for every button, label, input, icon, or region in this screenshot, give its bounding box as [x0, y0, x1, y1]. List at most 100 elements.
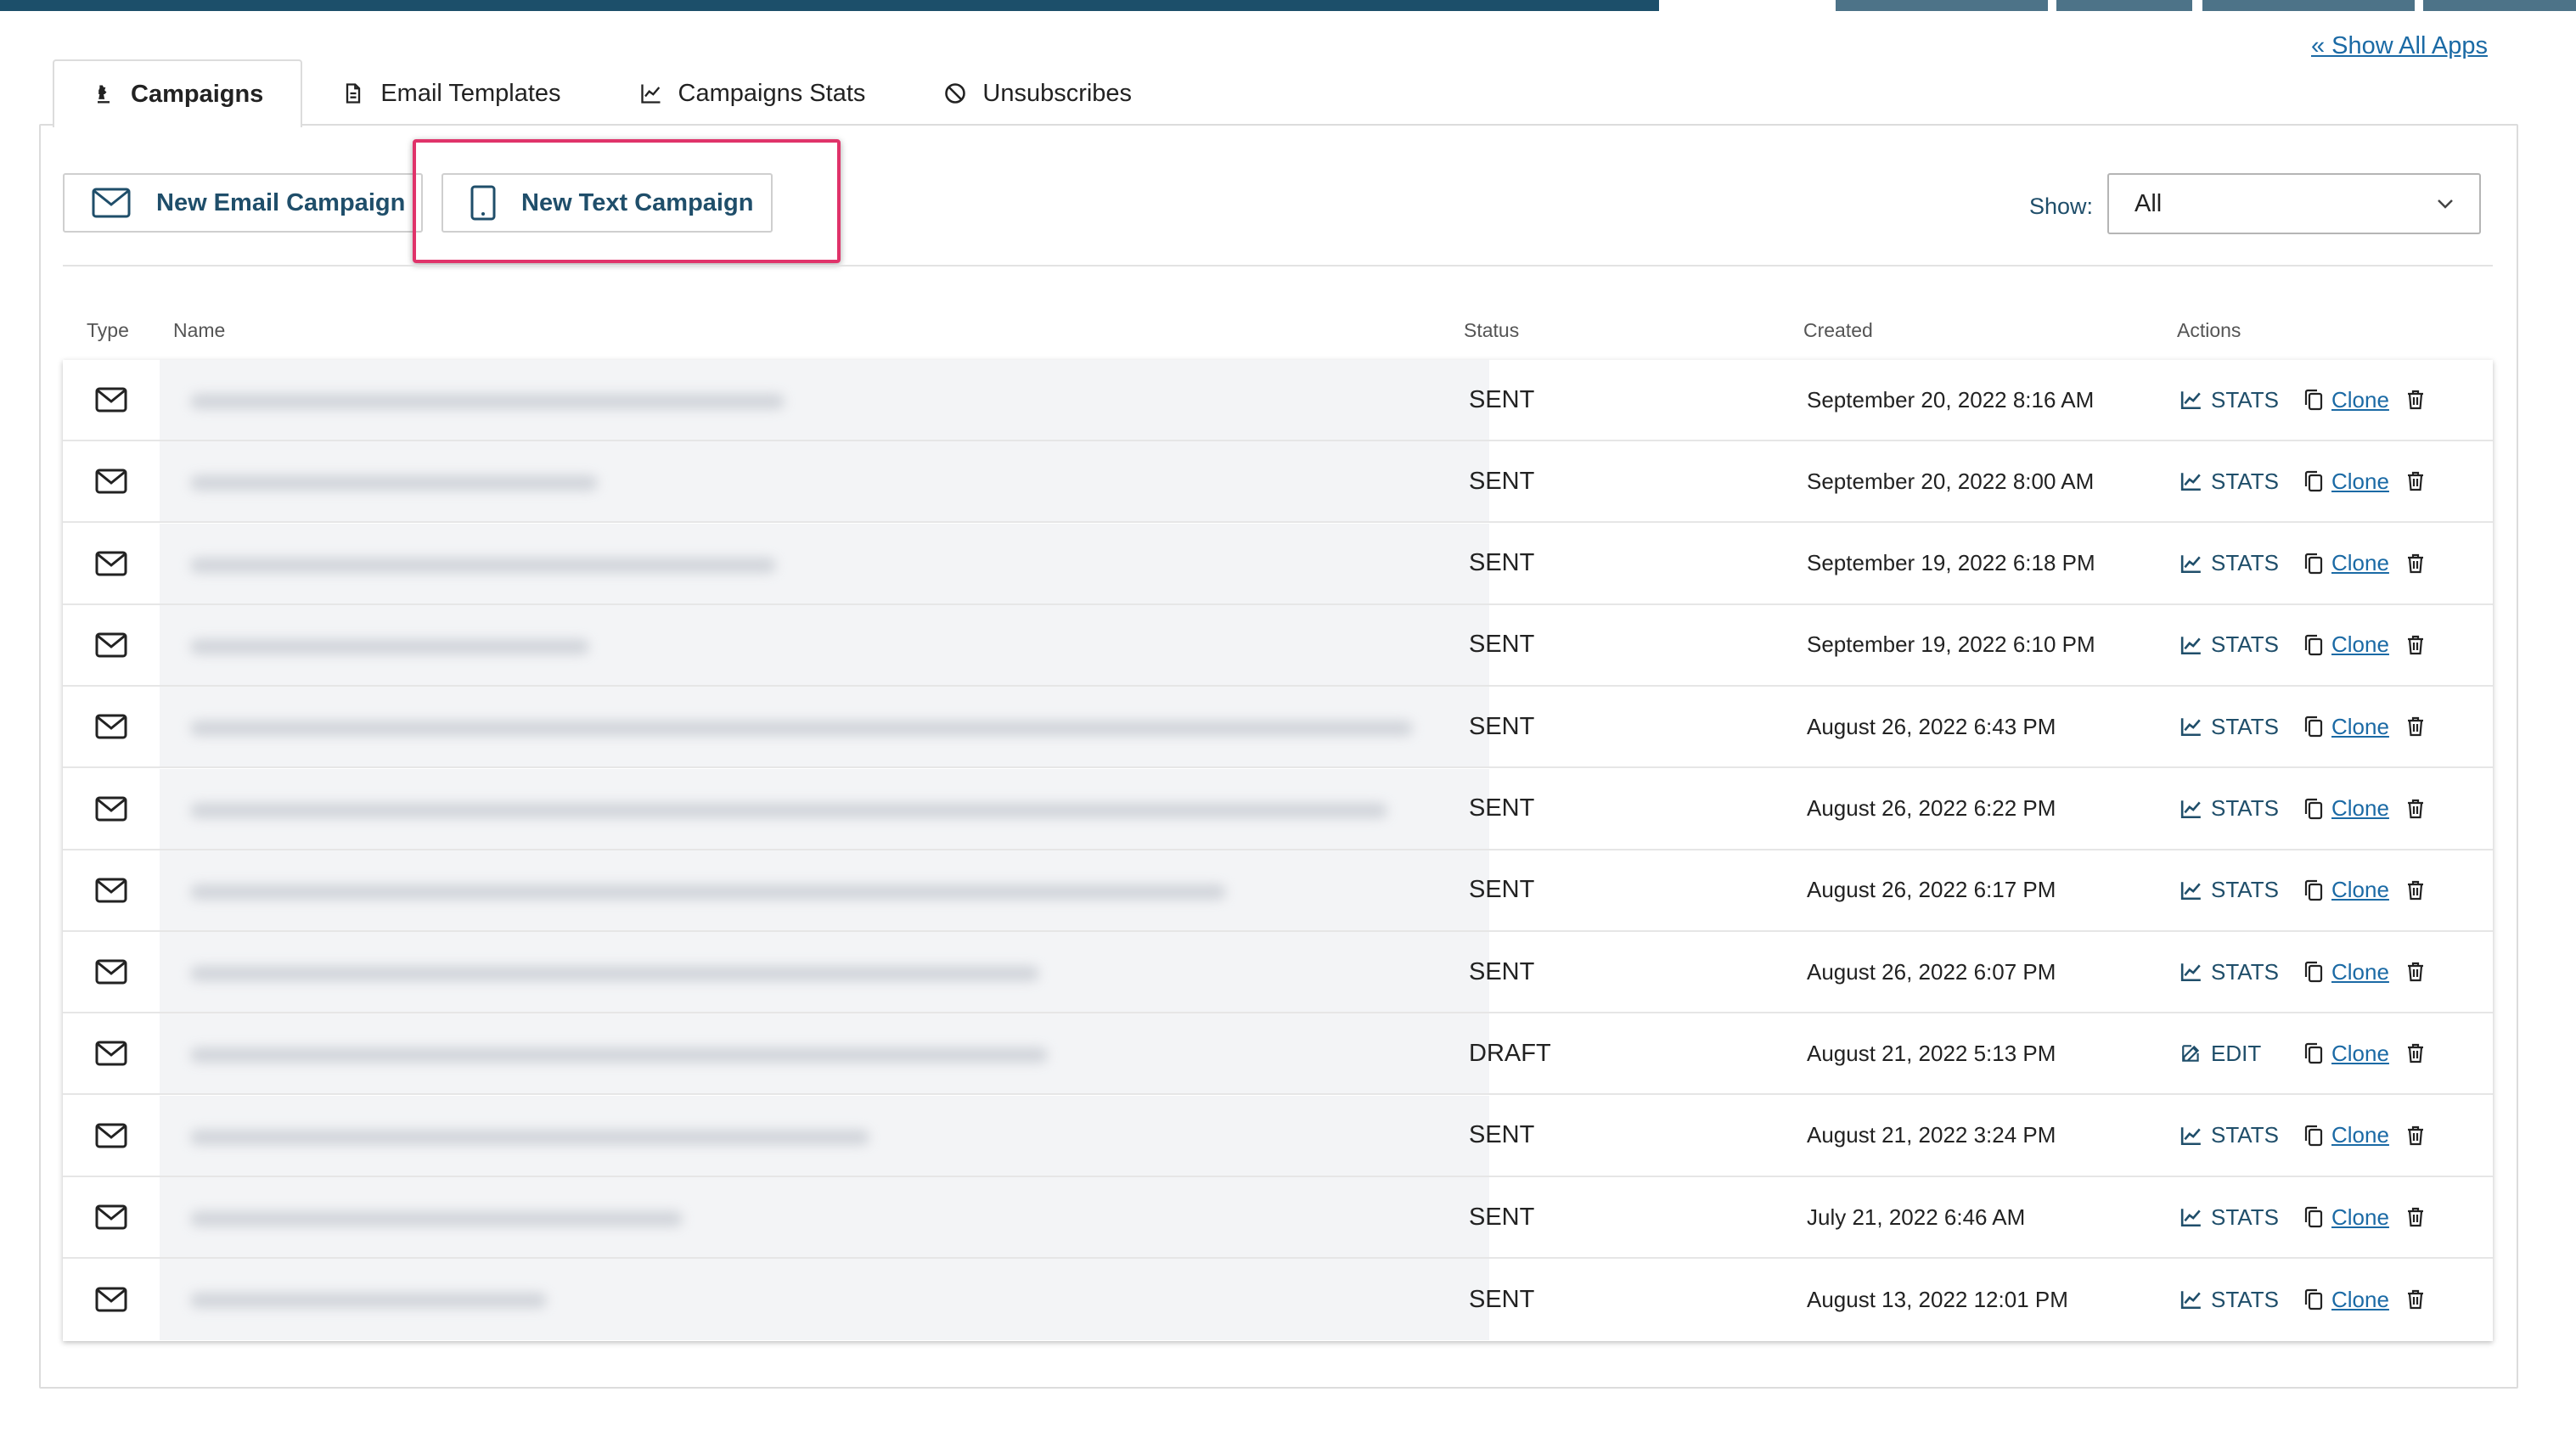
envelope-icon — [95, 959, 127, 985]
stats-button[interactable]: STATS — [2180, 550, 2304, 576]
clone-button[interactable]: Clone — [2304, 1122, 2406, 1148]
name-cell[interactable] — [160, 932, 1489, 1013]
clone-button[interactable]: Clone — [2304, 469, 2406, 495]
name-cell[interactable] — [160, 604, 1489, 685]
clone-link[interactable]: Clone — [2331, 1287, 2389, 1313]
copy-icon — [2304, 879, 2323, 901]
name-cell[interactable] — [160, 768, 1489, 849]
clone-button[interactable]: Clone — [2304, 550, 2406, 576]
template-icon — [346, 83, 361, 104]
type-cell — [63, 1096, 160, 1176]
chart-line-icon — [2180, 1209, 2201, 1227]
table-row[interactable]: SENT September 19, 2022 6:10 PM STATS Clone — [63, 604, 2493, 687]
delete-button[interactable] — [2406, 1206, 2425, 1228]
stats-button[interactable]: STATS — [2180, 469, 2304, 495]
table-row[interactable]: SENT August 26, 2022 6:43 PM STATS Clone — [63, 687, 2493, 769]
chart-line-icon — [2180, 963, 2201, 982]
name-cell[interactable] — [160, 1177, 1489, 1257]
clone-link[interactable]: Clone — [2331, 550, 2389, 576]
clone-link[interactable]: Clone — [2331, 1041, 2389, 1067]
clone-button[interactable]: Clone — [2304, 959, 2406, 985]
stats-button[interactable]: STATS — [2180, 1122, 2304, 1148]
name-cell[interactable] — [160, 850, 1489, 930]
clone-button[interactable]: Clone — [2304, 1204, 2406, 1231]
name-cell[interactable] — [160, 360, 1489, 440]
delete-button[interactable] — [2406, 1288, 2425, 1310]
type-cell — [63, 524, 160, 603]
table-row[interactable]: SENT September 20, 2022 8:00 AM STATS Clone — [63, 441, 2493, 524]
chart-line-icon — [2180, 391, 2201, 410]
delete-button[interactable] — [2406, 1042, 2425, 1064]
delete-button[interactable] — [2406, 798, 2425, 820]
edit-button[interactable]: EDIT — [2180, 1041, 2304, 1067]
table-row[interactable]: SENT August 26, 2022 6:17 PM STATS Clone — [63, 850, 2493, 932]
stats-button[interactable]: STATS — [2180, 1287, 2304, 1313]
top-nav-segment[interactable] — [2056, 0, 2192, 11]
action-label: STATS — [2211, 1204, 2279, 1230]
action-label: STATS — [2211, 386, 2279, 413]
delete-button[interactable] — [2406, 634, 2425, 656]
stats-button[interactable]: STATS — [2180, 877, 2304, 903]
clone-button[interactable]: Clone — [2304, 631, 2406, 658]
table-row[interactable]: SENT August 21, 2022 3:24 PM STATS Clone — [63, 1095, 2493, 1177]
clone-link[interactable]: Clone — [2331, 1122, 2389, 1148]
delete-button[interactable] — [2406, 879, 2425, 901]
stats-button[interactable]: STATS — [2180, 714, 2304, 740]
table-row[interactable]: SENT August 26, 2022 6:07 PM STATS Clone — [63, 932, 2493, 1014]
clone-button[interactable]: Clone — [2304, 714, 2406, 740]
delete-button[interactable] — [2406, 389, 2425, 411]
tab-label: Email Templates — [380, 79, 561, 107]
clone-button[interactable]: Clone — [2304, 877, 2406, 903]
table-row[interactable]: SENT August 13, 2022 12:01 PM STATS Clone — [63, 1259, 2493, 1341]
clone-link[interactable]: Clone — [2331, 1204, 2389, 1231]
stats-button[interactable]: STATS — [2180, 795, 2304, 822]
delete-button[interactable] — [2406, 961, 2425, 983]
delete-button[interactable] — [2406, 470, 2425, 492]
clone-link[interactable]: Clone — [2331, 959, 2389, 985]
name-cell[interactable] — [160, 1095, 1489, 1176]
name-cell[interactable] — [160, 687, 1489, 767]
tab-unsubscribes[interactable]: Unsubscribes — [904, 59, 1171, 126]
stats-button[interactable]: STATS — [2180, 387, 2304, 413]
tab-campaigns-stats[interactable]: Campaigns Stats — [600, 59, 905, 126]
delete-button[interactable] — [2406, 553, 2425, 575]
envelope-icon — [95, 1204, 127, 1230]
trash-icon — [2408, 880, 2423, 900]
name-cell[interactable] — [160, 1259, 1489, 1341]
trash-icon — [2408, 962, 2423, 982]
stats-button[interactable]: STATS — [2180, 631, 2304, 658]
clone-link[interactable]: Clone — [2331, 387, 2389, 413]
clone-button[interactable]: Clone — [2304, 1041, 2406, 1067]
tab-email-templates[interactable]: Email Templates — [302, 59, 599, 126]
delete-button[interactable] — [2406, 716, 2425, 738]
table-row[interactable]: SENT July 21, 2022 6:46 AM STATS Clone — [63, 1177, 2493, 1259]
new-email-campaign-button[interactable]: New Email Campaign — [63, 173, 423, 233]
show-all-apps-link[interactable]: « Show All Apps — [2311, 32, 2488, 60]
clone-button[interactable]: Clone — [2304, 795, 2406, 822]
clone-link[interactable]: Clone — [2331, 469, 2389, 495]
top-nav-segment[interactable] — [1836, 0, 2048, 11]
stats-button[interactable]: STATS — [2180, 1204, 2304, 1231]
copy-icon — [2304, 798, 2323, 819]
delete-button[interactable] — [2406, 1125, 2425, 1147]
clone-button[interactable]: Clone — [2304, 1287, 2406, 1313]
name-cell[interactable] — [160, 523, 1489, 603]
clone-link[interactable]: Clone — [2331, 631, 2389, 658]
table-row[interactable]: SENT August 26, 2022 6:22 PM STATS Clone — [63, 768, 2493, 850]
stats-button[interactable]: STATS — [2180, 959, 2304, 985]
clone-button[interactable]: Clone — [2304, 387, 2406, 413]
status-cell: SENT — [1469, 1203, 1535, 1231]
name-cell[interactable] — [160, 1013, 1489, 1094]
name-cell[interactable] — [160, 441, 1489, 522]
clone-link[interactable]: Clone — [2331, 714, 2389, 740]
show-filter-select[interactable]: All — [2107, 173, 2481, 234]
table-row[interactable]: DRAFT August 21, 2022 5:13 PM EDIT Clone — [63, 1013, 2493, 1096]
table-row[interactable]: SENT September 19, 2022 6:18 PM STATS Clone — [63, 523, 2493, 605]
table-row[interactable]: SENT September 20, 2022 8:16 AM STATS Clone — [63, 360, 2493, 441]
top-nav-segment[interactable] — [2423, 0, 2576, 11]
copy-icon — [2304, 1125, 2323, 1146]
clone-link[interactable]: Clone — [2331, 877, 2389, 903]
tab-campaigns[interactable]: Campaigns — [53, 59, 303, 127]
clone-link[interactable]: Clone — [2331, 795, 2389, 822]
top-nav-segment[interactable] — [2202, 0, 2415, 11]
